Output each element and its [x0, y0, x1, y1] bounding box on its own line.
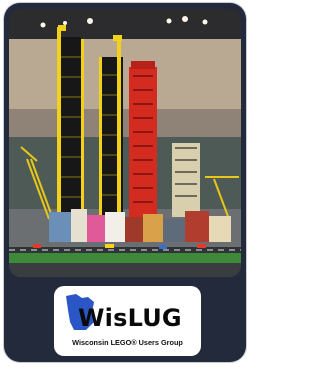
green-baseplate — [9, 253, 241, 263]
tower-black-2 — [99, 35, 123, 219]
tower-black-1 — [57, 25, 84, 217]
tower-red — [129, 61, 157, 219]
wislug-wordmark: WisLUG — [78, 304, 182, 332]
far-hall — [9, 109, 241, 139]
lego-display-illustration — [9, 9, 241, 277]
card: WisLUG Wisconsin LEGO® Users Group — [4, 3, 246, 362]
lego-city-photo — [9, 9, 241, 277]
wislug-logo-tile: WisLUG Wisconsin LEGO® Users Group — [54, 286, 201, 356]
wislug-subtitle: Wisconsin LEGO® Users Group — [72, 338, 183, 347]
tan-building — [172, 143, 200, 217]
back-wall — [9, 39, 241, 121]
table-skirt — [9, 263, 241, 277]
